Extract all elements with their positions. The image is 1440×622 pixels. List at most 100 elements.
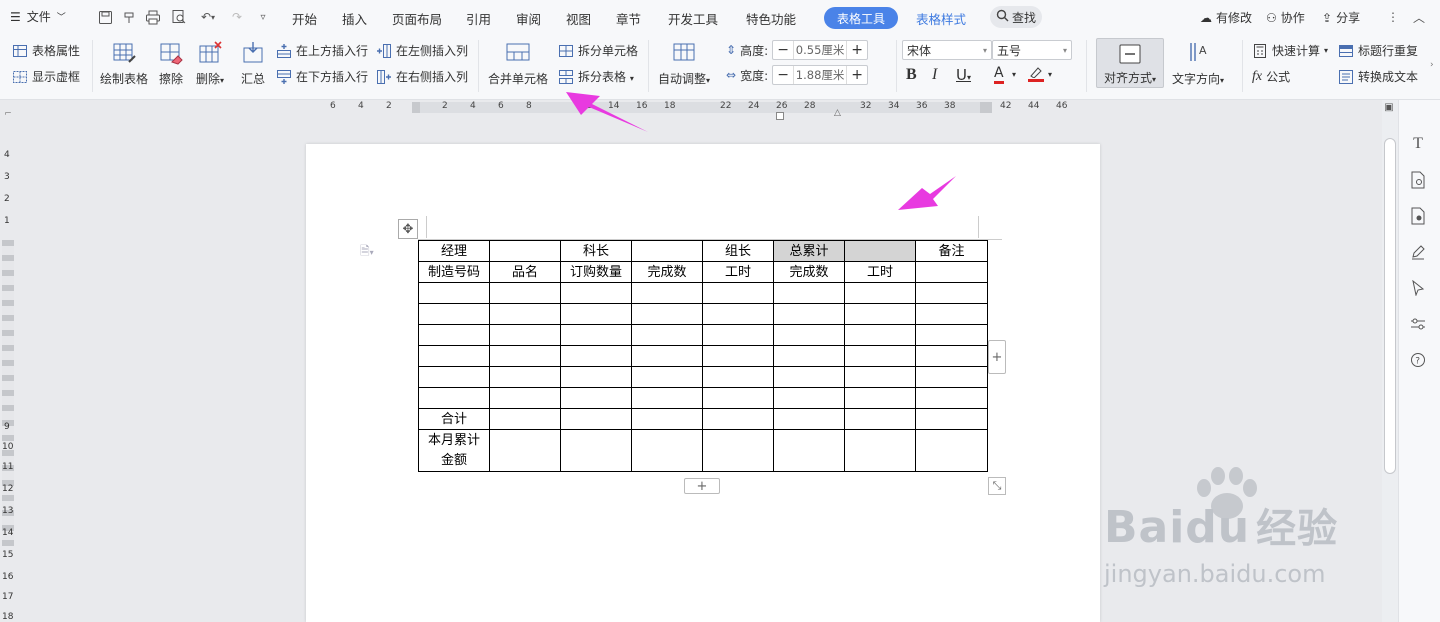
print-icon[interactable] <box>144 8 162 26</box>
height-stepper[interactable]: − 0.55厘米 + <box>772 40 869 60</box>
plus-icon[interactable]: + <box>847 66 867 84</box>
tab-features[interactable]: 特色功能 <box>746 9 796 28</box>
add-column-icon[interactable]: + <box>988 340 1006 374</box>
tab-layout[interactable]: 页面布局 <box>392 9 442 28</box>
table-cell[interactable] <box>702 408 774 430</box>
settings-sliders-icon[interactable] <box>1408 314 1428 334</box>
undo-icon[interactable]: ↶ ▾ <box>196 8 220 26</box>
save-icon[interactable] <box>96 8 114 26</box>
table-cell[interactable]: 品名 <box>489 261 561 283</box>
redo-icon[interactable]: ↷ <box>228 8 246 26</box>
table-cell[interactable] <box>702 324 774 346</box>
table-cell[interactable] <box>915 387 988 409</box>
table-cell[interactable] <box>489 345 561 367</box>
tab-table-tools[interactable]: 表格工具 <box>824 7 898 29</box>
erase-button[interactable]: 擦除 <box>158 40 184 87</box>
insert-col-left-button[interactable]: 在左侧插入列 <box>376 42 468 59</box>
delete-button[interactable]: 删除▾ <box>196 40 224 87</box>
table-cell[interactable] <box>844 429 916 472</box>
table-cell[interactable] <box>489 408 561 430</box>
scrollbar-thumb[interactable] <box>1384 138 1396 474</box>
share-button[interactable]: ⇪ 分享 <box>1322 9 1360 26</box>
document-icon[interactable] <box>1408 170 1428 190</box>
table-cell[interactable] <box>560 282 632 304</box>
underline-icon[interactable]: U▾ <box>956 66 971 84</box>
chevron-down-icon[interactable]: ▾ <box>1012 70 1016 79</box>
table-cell[interactable] <box>915 324 988 346</box>
table-cell[interactable] <box>489 303 561 325</box>
table-cell[interactable] <box>560 366 632 388</box>
insert-row-below-button[interactable]: 在下方插入行 <box>276 68 368 85</box>
table-cell[interactable] <box>489 282 561 304</box>
table-cell[interactable] <box>489 366 561 388</box>
scroll-up-icon[interactable]: ▣ <box>1383 102 1395 114</box>
table-move-handle-icon[interactable]: ✥ <box>398 219 418 239</box>
width-field[interactable]: 1.88厘米 <box>793 66 848 84</box>
format-painter-icon[interactable] <box>120 8 138 26</box>
table-cell[interactable] <box>844 324 916 346</box>
table-cell[interactable]: 工时 <box>702 261 774 283</box>
table-cell[interactable] <box>418 324 490 346</box>
table-cell-selected[interactable] <box>844 240 916 262</box>
tab-home[interactable]: 开始 <box>292 9 317 28</box>
bold-icon[interactable]: B <box>906 66 917 84</box>
merge-cells-button[interactable]: 合并单元格 <box>488 40 548 87</box>
table-cell[interactable] <box>844 387 916 409</box>
table-cell[interactable]: 完成数 <box>631 261 703 283</box>
table-cell[interactable] <box>773 303 845 325</box>
highlight-icon[interactable] <box>1028 66 1044 82</box>
table-cell[interactable] <box>915 366 988 388</box>
table-cell[interactable] <box>844 345 916 367</box>
table-cell[interactable] <box>631 324 703 346</box>
table-cell[interactable] <box>560 324 632 346</box>
table-cell[interactable] <box>631 240 703 262</box>
chevron-down-icon[interactable]: ▾ <box>1048 70 1052 79</box>
table-cell[interactable] <box>844 303 916 325</box>
review-doc-icon[interactable] <box>1408 206 1428 226</box>
table-cell[interactable] <box>915 303 988 325</box>
table-cell[interactable] <box>631 387 703 409</box>
show-gridlines-button[interactable]: 显示虚框 <box>12 68 80 85</box>
changes-button[interactable]: ☁ 有修改 <box>1200 9 1252 26</box>
formula-button[interactable]: fx 公式 <box>1252 68 1290 85</box>
table-cell-selected[interactable]: 总累计 <box>773 240 845 262</box>
vertical-scrollbar[interactable]: ▣ <box>1382 100 1398 622</box>
table-cell[interactable] <box>489 387 561 409</box>
table-cell[interactable] <box>560 387 632 409</box>
table-cell[interactable]: 科长 <box>560 240 632 262</box>
table-cell[interactable] <box>418 387 490 409</box>
table-cell[interactable] <box>631 366 703 388</box>
table-cell[interactable] <box>844 366 916 388</box>
table-cell[interactable]: 组长 <box>702 240 774 262</box>
table-cell[interactable] <box>418 345 490 367</box>
right-indent-icon[interactable]: △ <box>834 108 841 118</box>
tab-view[interactable]: 视图 <box>566 9 591 28</box>
italic-icon[interactable]: I <box>932 66 937 84</box>
table-cell[interactable] <box>773 408 845 430</box>
minus-icon[interactable]: − <box>773 41 793 59</box>
font-color-icon[interactable]: A <box>994 66 1004 84</box>
insert-col-right-button[interactable]: 在右侧插入列 <box>376 68 468 85</box>
ribbon-scroll-icon[interactable]: › <box>1430 60 1434 70</box>
tab-table-style[interactable]: 表格样式 <box>916 9 966 28</box>
table-cell[interactable] <box>773 387 845 409</box>
resize-table-icon[interactable]: ⤡ <box>988 477 1006 495</box>
table-cell[interactable] <box>844 408 916 430</box>
table-cell[interactable] <box>702 429 774 472</box>
insert-row-above-button[interactable]: 在上方插入行 <box>276 42 368 59</box>
table-cell[interactable] <box>773 345 845 367</box>
repeat-header-button[interactable]: 标题行重复 <box>1338 42 1418 59</box>
table-cell[interactable] <box>702 387 774 409</box>
table-cell[interactable] <box>418 366 490 388</box>
table-cell[interactable] <box>560 429 632 472</box>
table-cell[interactable] <box>631 408 703 430</box>
table-cell[interactable] <box>418 303 490 325</box>
table-cell[interactable] <box>702 366 774 388</box>
font-size-select[interactable]: 五号 ▾ <box>992 40 1072 60</box>
table-cell[interactable] <box>560 303 632 325</box>
quick-calc-button[interactable]: 快速计算 ▾ <box>1252 42 1328 59</box>
table-cell[interactable] <box>844 282 916 304</box>
collab-button[interactable]: ⚇ 协作 <box>1266 9 1305 26</box>
table-cell[interactable] <box>560 408 632 430</box>
table-cell[interactable] <box>489 324 561 346</box>
